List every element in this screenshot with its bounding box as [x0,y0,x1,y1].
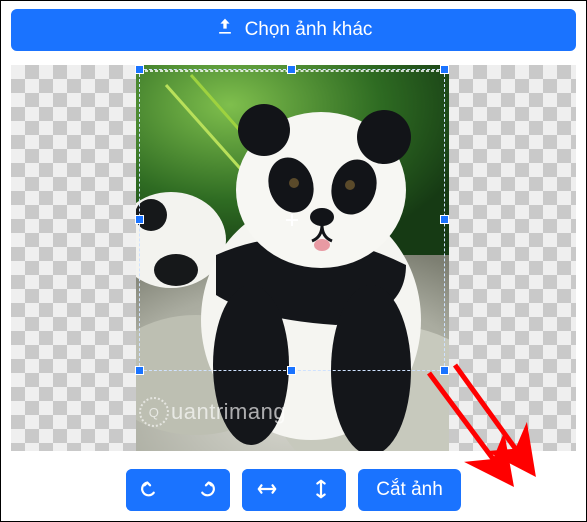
editor-stage-wrap: Q uantrimang [11,65,576,451]
history-group [126,469,230,511]
editor-stage[interactable]: Q uantrimang [11,65,576,451]
redo-icon [194,478,216,503]
crop-handle-br[interactable] [440,366,449,375]
crop-handle-bm[interactable] [287,366,296,375]
app-frame: Chọn ảnh khác [0,0,587,522]
crop-handle-ml[interactable] [135,215,144,224]
crop-selection[interactable] [139,69,445,371]
crop-center-icon [286,214,298,226]
crop-handle-bl[interactable] [135,366,144,375]
crop-button[interactable]: Cắt ảnh [358,469,461,511]
choose-other-image-button[interactable]: Chọn ảnh khác [11,9,576,51]
crop-handle-mr[interactable] [440,215,449,224]
crop-button-label: Cắt ảnh [376,479,443,500]
crop-handle-tl[interactable] [135,65,144,74]
crop-handle-tr[interactable] [440,65,449,74]
toolbar: Cắt ảnh [1,469,586,511]
watermark: Q uantrimang [139,397,286,427]
flip-horizontal-button[interactable] [242,469,292,511]
crop-handle-tm[interactable] [287,65,296,74]
flip-horizontal-icon [256,478,278,503]
choose-other-image-label: Chọn ảnh khác [245,19,373,41]
watermark-text: uantrimang [171,399,286,425]
watermark-icon: Q [139,397,169,427]
undo-button[interactable] [126,469,176,511]
redo-button[interactable] [180,469,230,511]
flip-group [242,469,346,511]
flip-vertical-icon [310,478,332,503]
flip-vertical-button[interactable] [296,469,346,511]
upload-icon [215,17,235,43]
undo-icon [140,478,162,503]
